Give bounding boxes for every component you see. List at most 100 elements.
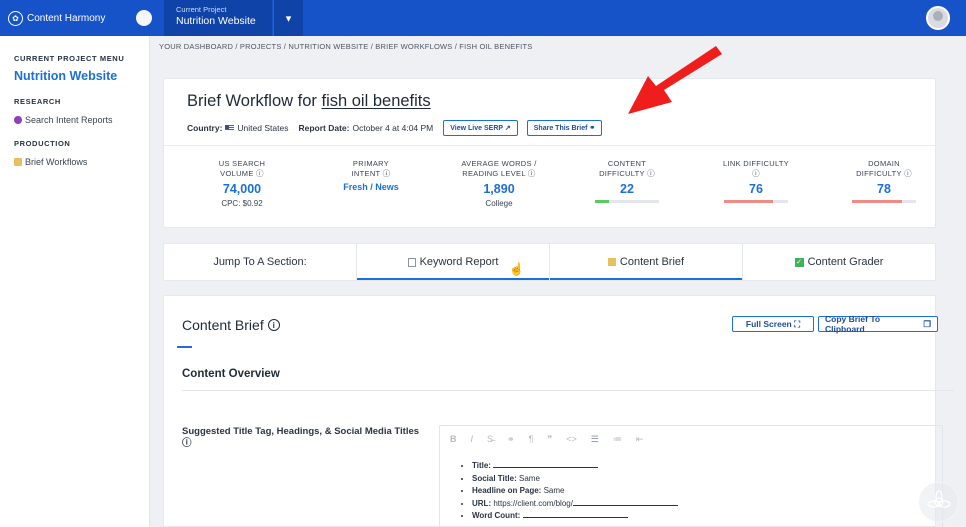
chevron-down-icon[interactable]: ▾: [273, 0, 303, 36]
metric-value: 74,000: [222, 182, 262, 196]
sidebar-project-name[interactable]: Nutrition Website: [14, 69, 149, 83]
country-value: United States: [237, 123, 289, 133]
tab-content-grader[interactable]: ✓ Content Grader: [743, 244, 935, 280]
sidebar-item-label: Brief Workflows: [25, 157, 88, 167]
share-brief-label: Share This Brief: [533, 125, 588, 132]
reading-level: College: [485, 199, 513, 208]
editor-toolbar: B I S̶ ⚭ ¶ ❞ <> ☰ ≔ ⇤: [440, 426, 942, 445]
metric-content-difficulty: CONTENT DIFFICULTY ⓘ 22: [572, 159, 682, 203]
metric-value: 76: [749, 182, 763, 196]
bold-icon[interactable]: B: [450, 434, 457, 445]
heading-icon[interactable]: ¶: [529, 434, 534, 445]
project-name: Nutrition Website: [176, 15, 256, 27]
divider: [182, 390, 954, 391]
breadcrumb[interactable]: YOUR DASHBOARD / PROJECTS / NUTRITION WE…: [159, 42, 532, 51]
list-item: Word Count:: [472, 510, 942, 523]
lotus-icon: [919, 482, 959, 522]
full-screen-button[interactable]: Full Screen ⛶: [732, 316, 814, 332]
tab-label: Keyword Report: [419, 256, 499, 268]
brief-icon: [14, 158, 22, 166]
keyword-link[interactable]: fish oil benefits: [321, 92, 430, 110]
brief-summary-card: Brief Workflow for fish oil benefits Cou…: [163, 78, 936, 228]
tab-label: Content Grader: [807, 256, 884, 268]
pointer-cursor-icon: ☝: [509, 262, 524, 276]
metric-value: 78: [877, 182, 891, 196]
brief-fields-list: Title: Social Title: Same Headline on Pa…: [472, 460, 942, 523]
numbered-list-icon[interactable]: ≔: [613, 434, 622, 445]
lotus-icon: ✿: [8, 10, 23, 26]
suggested-title-label: Suggested Title Tag, Headings, & Social …: [182, 426, 420, 449]
content-brief-card: Content Brief i Full Screen ⛶ Copy Brief…: [163, 295, 954, 527]
user-avatar[interactable]: [926, 6, 950, 30]
metric-value: 22: [620, 182, 634, 196]
difficulty-bar: [852, 200, 916, 203]
research-heading: RESEARCH: [14, 97, 61, 106]
cpc-value: CPC: $0.92: [221, 199, 263, 208]
sidebar: CURRENT PROJECT MENU Nutrition Website R…: [0, 36, 150, 527]
checkmark-icon: ✓: [794, 257, 804, 267]
app-logo[interactable]: ✿ Content Harmony: [0, 0, 134, 36]
metric-value: 1,890: [483, 182, 515, 196]
content-brief-title: Content Brief i: [182, 317, 280, 333]
quote-icon[interactable]: ❞: [547, 434, 552, 445]
sidebar-item-brief-workflows[interactable]: Brief Workflows: [14, 157, 149, 167]
metric-primary-intent: PRIMARY INTENT ⓘ Fresh / News: [316, 159, 426, 192]
metric-label: LINK DIFFICULTY ⓘ: [723, 159, 789, 178]
search-intent-icon: [14, 116, 22, 124]
top-bar: ✿ Content Harmony Current Project Nutrit…: [0, 0, 966, 36]
page-title: Brief Workflow for fish oil benefits: [187, 92, 431, 111]
copy-brief-button[interactable]: Copy Brief To Clipboard ❐: [818, 314, 938, 334]
title-prefix: Brief Workflow for: [187, 92, 322, 110]
project-avatar: [136, 10, 152, 26]
link-icon[interactable]: ⚭: [507, 434, 515, 445]
difficulty-bar: [595, 200, 659, 203]
rich-text-editor[interactable]: B I S̶ ⚭ ¶ ❞ <> ☰ ≔ ⇤ Title: Social Titl…: [439, 425, 943, 527]
section-tabs: Jump To A Section: Keyword Report Conten…: [163, 243, 936, 281]
list-item: Social Title: Same: [472, 473, 942, 486]
list-item: Headline on Page: Same: [472, 485, 942, 498]
strikethrough-icon[interactable]: S̶: [487, 434, 493, 445]
view-serp-label: View Live SERP: [450, 125, 503, 132]
sidebar-item-search-intent[interactable]: Search Intent Reports: [14, 115, 149, 125]
content-overview-heading: Content Overview: [182, 368, 280, 380]
app-name: Content Harmony: [27, 12, 106, 24]
metric-label: US SEARCH VOLUME ⓘ: [218, 159, 266, 178]
list-item: Title:: [472, 460, 942, 473]
difficulty-bar: [724, 200, 788, 203]
production-heading: PRODUCTION: [14, 139, 71, 148]
tab-content-brief[interactable]: Content Brief: [550, 244, 743, 280]
info-icon[interactable]: i: [267, 319, 280, 331]
metric-link-difficulty: LINK DIFFICULTY ⓘ 76: [701, 159, 811, 203]
outdent-icon[interactable]: ⇤: [636, 434, 644, 445]
share-brief-button[interactable]: Share This Brief ⚭: [526, 120, 603, 136]
italic-icon[interactable]: I: [471, 434, 474, 445]
brief-meta: Country: United States Report Date: Octo…: [187, 120, 603, 136]
date-label: Report Date:: [298, 123, 350, 133]
content-brief-heading: Content Brief: [182, 317, 264, 333]
document-icon: [407, 257, 416, 267]
title-underline: [177, 346, 192, 348]
link-icon: ⚭: [589, 125, 596, 132]
red-arrow-annotation: [628, 46, 722, 114]
list-item: URL: https://client.com/blog/: [472, 498, 942, 511]
metric-value: Fresh / News: [343, 182, 399, 192]
metric-label: AVERAGE WORDS / READING LEVEL ⓘ: [461, 159, 537, 178]
expand-icon: ⛶: [794, 318, 801, 329]
divider: [164, 145, 935, 146]
full-screen-label: Full Screen: [745, 319, 792, 329]
us-flag-icon: [225, 125, 235, 131]
external-link-icon: ↗: [504, 125, 511, 132]
project-switcher[interactable]: Current Project Nutrition Website: [164, 0, 272, 36]
bullet-list-icon[interactable]: ☰: [591, 434, 599, 445]
jump-to-section-label: Jump To A Section:: [164, 244, 357, 280]
metric-domain-difficulty: DOMAIN DIFFICULTY ⓘ 78: [829, 159, 939, 203]
metric-search-volume: US SEARCH VOLUME ⓘ 74,000 CPC: $0.92: [187, 159, 297, 208]
date-value: October 4 at 4:04 PM: [352, 123, 434, 133]
copy-icon: ❐: [923, 318, 931, 329]
metric-label: PRIMARY INTENT ⓘ: [351, 159, 391, 178]
view-serp-button[interactable]: View Live SERP ↗: [443, 120, 518, 136]
copy-brief-label: Copy Brief To Clipboard: [825, 314, 881, 334]
metric-label: DOMAIN DIFFICULTY ⓘ: [856, 159, 912, 178]
code-icon[interactable]: <>: [566, 434, 577, 445]
country-label: Country:: [187, 123, 223, 133]
